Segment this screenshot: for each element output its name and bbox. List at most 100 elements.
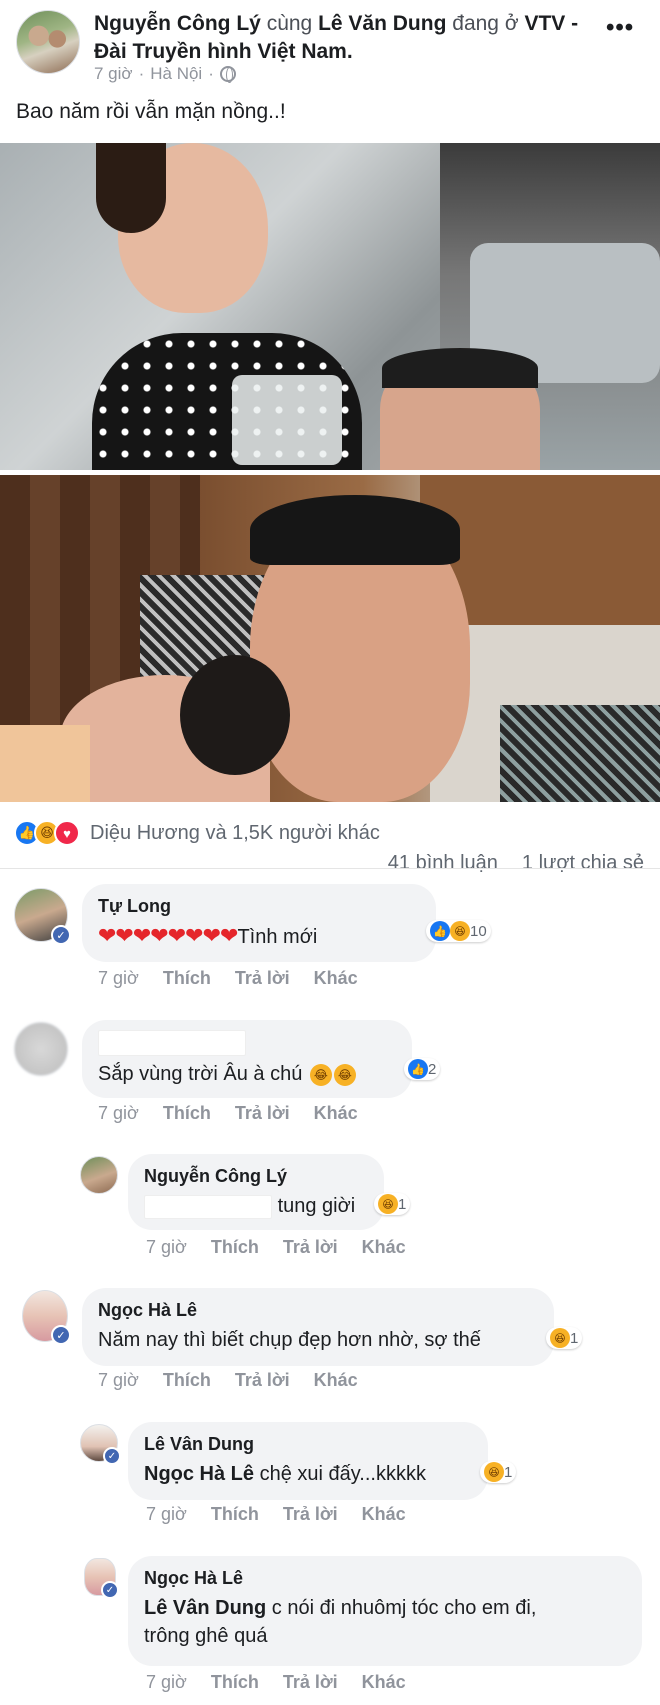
photo-chair-2 — [500, 705, 660, 802]
comment-author[interactable]: Tự Long — [98, 894, 420, 918]
reply-button[interactable]: Trả lời — [283, 1504, 338, 1525]
more-button[interactable]: Khác — [362, 1504, 406, 1525]
post-text: Bao năm rồi vẫn mặn nồng..! — [16, 100, 286, 123]
at-word: đang ở — [452, 12, 519, 35]
comment-text: Ngọc Hà Lê chệ xui đấy...kkkkk — [144, 1460, 472, 1488]
like-button[interactable]: Thích — [211, 1672, 259, 1693]
reply-button[interactable]: Trả lời — [235, 1103, 290, 1124]
shares-count[interactable]: 1 lượt chia sẻ — [522, 852, 644, 875]
comment-time[interactable]: 7 giờ — [146, 1504, 187, 1525]
tagged-name-link[interactable]: Lê Văn Dung — [318, 12, 446, 35]
comment-bubble: Tự Long ❤❤❤❤❤❤❤❤Tình mới — [82, 884, 436, 962]
reaction-count: 10 — [470, 922, 487, 940]
verified-icon: ✓ — [51, 1325, 71, 1345]
comment-avatar[interactable] — [14, 1022, 68, 1076]
mention-link[interactable]: Ngọc Hà Lê — [144, 1463, 254, 1485]
comment-reactions[interactable]: 👍 2 — [404, 1058, 441, 1080]
comment-text: Lê Vân Dung c nói đi nhuômj tóc cho em đ… — [144, 1594, 626, 1650]
comment-text-content: Năm nay thì biết chụp đẹp hơn nhờ, sợ th… — [98, 1329, 481, 1351]
divider — [0, 868, 660, 869]
more-button[interactable]: Khác — [314, 1103, 358, 1124]
verified-icon: ✓ — [103, 1447, 121, 1465]
photo-pillow — [0, 725, 90, 802]
comment-time[interactable]: 7 giờ — [98, 1370, 139, 1391]
comment-time[interactable]: 7 giờ — [146, 1237, 187, 1258]
comment-time[interactable]: 7 giờ — [146, 1672, 187, 1693]
comment-text: Năm nay thì biết chụp đẹp hơn nhờ, sợ th… — [98, 1326, 538, 1354]
more-button[interactable]: Khác — [314, 968, 358, 989]
mention-link[interactable]: Lê Vân Dung — [144, 1597, 266, 1619]
author-name-link[interactable]: Nguyễn Công Lý — [94, 12, 261, 35]
comment-reactions[interactable]: 😆 1 — [546, 1327, 583, 1349]
more-options-icon[interactable]: ••• — [606, 14, 634, 42]
comment-actions: 7 giờ Thích Trả lời Khác — [98, 1103, 358, 1124]
comment-text-content: Sắp vùng trời Âu à chú — [98, 1063, 303, 1086]
comment-text-content: c nói đi nhuômj tóc cho em đi, — [266, 1597, 537, 1619]
post-header: Nguyễn Công Lý cùng Lê Văn Dung đang ở V… — [0, 0, 660, 100]
like-button[interactable]: Thích — [163, 1370, 211, 1391]
verified-icon: ✓ — [101, 1581, 119, 1599]
reaction-count: 1 — [504, 1463, 513, 1481]
post-meta: 7 giờ · Hà Nội · — [94, 64, 236, 84]
post-stats: 41 bình luận 1 lượt chia sẻ — [388, 852, 644, 875]
comment-author[interactable]: Nguyễn Công Lý — [144, 1164, 368, 1188]
like-button[interactable]: Thích — [163, 968, 211, 989]
comment-reactions[interactable]: 👍 😆 10 — [426, 920, 491, 942]
love-reaction-icon: ♥ — [54, 820, 80, 846]
reactions-row[interactable]: 👍 😆 ♥ Diệu Hương và 1,5K người khác — [14, 820, 380, 846]
haha-reaction-icon: 😆 — [550, 1328, 570, 1348]
like-button[interactable]: Thích — [211, 1237, 259, 1258]
reply-button[interactable]: Trả lời — [235, 1370, 290, 1391]
comment-text-content: chệ xui đấy...kkkkk — [254, 1463, 426, 1485]
comment-time[interactable]: 7 giờ — [98, 968, 139, 989]
comment-reactions[interactable]: 😆 1 — [480, 1461, 517, 1483]
comment-author[interactable]: Ngọc Hà Lê — [144, 1566, 626, 1590]
comment-text-content: Tình mới — [237, 926, 318, 948]
comment-avatar[interactable]: ✓ — [22, 1290, 71, 1345]
reply-button[interactable]: Trả lời — [235, 968, 290, 989]
comment-text: tung giời — [144, 1192, 368, 1220]
comments-count[interactable]: 41 bình luận — [388, 852, 498, 875]
comment-text-content: trông ghê quá — [144, 1625, 268, 1647]
comment-avatar[interactable]: ✓ — [14, 888, 71, 945]
reaction-count: 1 — [570, 1329, 579, 1347]
photo-man-hair — [250, 495, 460, 565]
photo-woman-hair — [96, 143, 166, 233]
author-avatar[interactable] — [16, 10, 80, 74]
reactions-summary[interactable]: Diệu Hương và 1,5K người khác — [90, 822, 380, 845]
comment-time[interactable]: 7 giờ — [98, 1103, 139, 1124]
comment-reactions[interactable]: 😆 1 — [374, 1193, 411, 1215]
like-button[interactable]: Thích — [211, 1504, 259, 1525]
comment-author[interactable]: Lê Vân Dung — [144, 1432, 472, 1456]
reaction-count: 1 — [398, 1195, 407, 1213]
more-button[interactable]: Khác — [362, 1672, 406, 1693]
more-button[interactable]: Khác — [362, 1237, 406, 1258]
reply-avatar[interactable]: ✓ — [80, 1424, 121, 1465]
comment-text: Sắp vùng trời Âu à chú 😂 😂 — [98, 1060, 396, 1088]
with-word: cùng — [266, 12, 313, 35]
comment-author[interactable]: Ngọc Hà Lê — [98, 1298, 538, 1322]
comment-actions: 7 giờ Thích Trả lời Khác — [98, 968, 358, 989]
reply-button[interactable]: Trả lời — [283, 1672, 338, 1693]
comment-bubble: Ngọc Hà Lê Năm nay thì biết chụp đẹp hơn… — [82, 1288, 554, 1366]
post-location[interactable]: Hà Nội — [150, 64, 202, 84]
post-photo-2[interactable] — [0, 475, 660, 802]
more-button[interactable]: Khác — [314, 1370, 358, 1391]
post-photo-1[interactable] — [0, 143, 660, 470]
like-reaction-icon: 👍 — [430, 921, 450, 941]
comment-text: ❤❤❤❤❤❤❤❤Tình mới — [98, 922, 420, 951]
post-time[interactable]: 7 giờ — [94, 64, 133, 84]
comment-bubble: Ngọc Hà Lê Lê Vân Dung c nói đi nhuômj t… — [128, 1556, 642, 1666]
haha-reaction-icon: 😆 — [378, 1194, 398, 1214]
redacted-name — [98, 1030, 246, 1057]
meta-separator: · — [208, 64, 214, 83]
comment-author[interactable] — [98, 1030, 396, 1057]
redacted-mention — [144, 1194, 272, 1219]
reply-avatar[interactable]: ✓ — [84, 1558, 119, 1599]
comment-actions: 7 giờ Thích Trả lời Khác — [98, 1370, 358, 1391]
meta-separator: · — [138, 64, 145, 83]
reply-avatar[interactable] — [80, 1156, 118, 1194]
like-button[interactable]: Thích — [163, 1103, 211, 1124]
reply-button[interactable]: Trả lời — [283, 1237, 338, 1258]
globe-icon — [219, 66, 236, 83]
